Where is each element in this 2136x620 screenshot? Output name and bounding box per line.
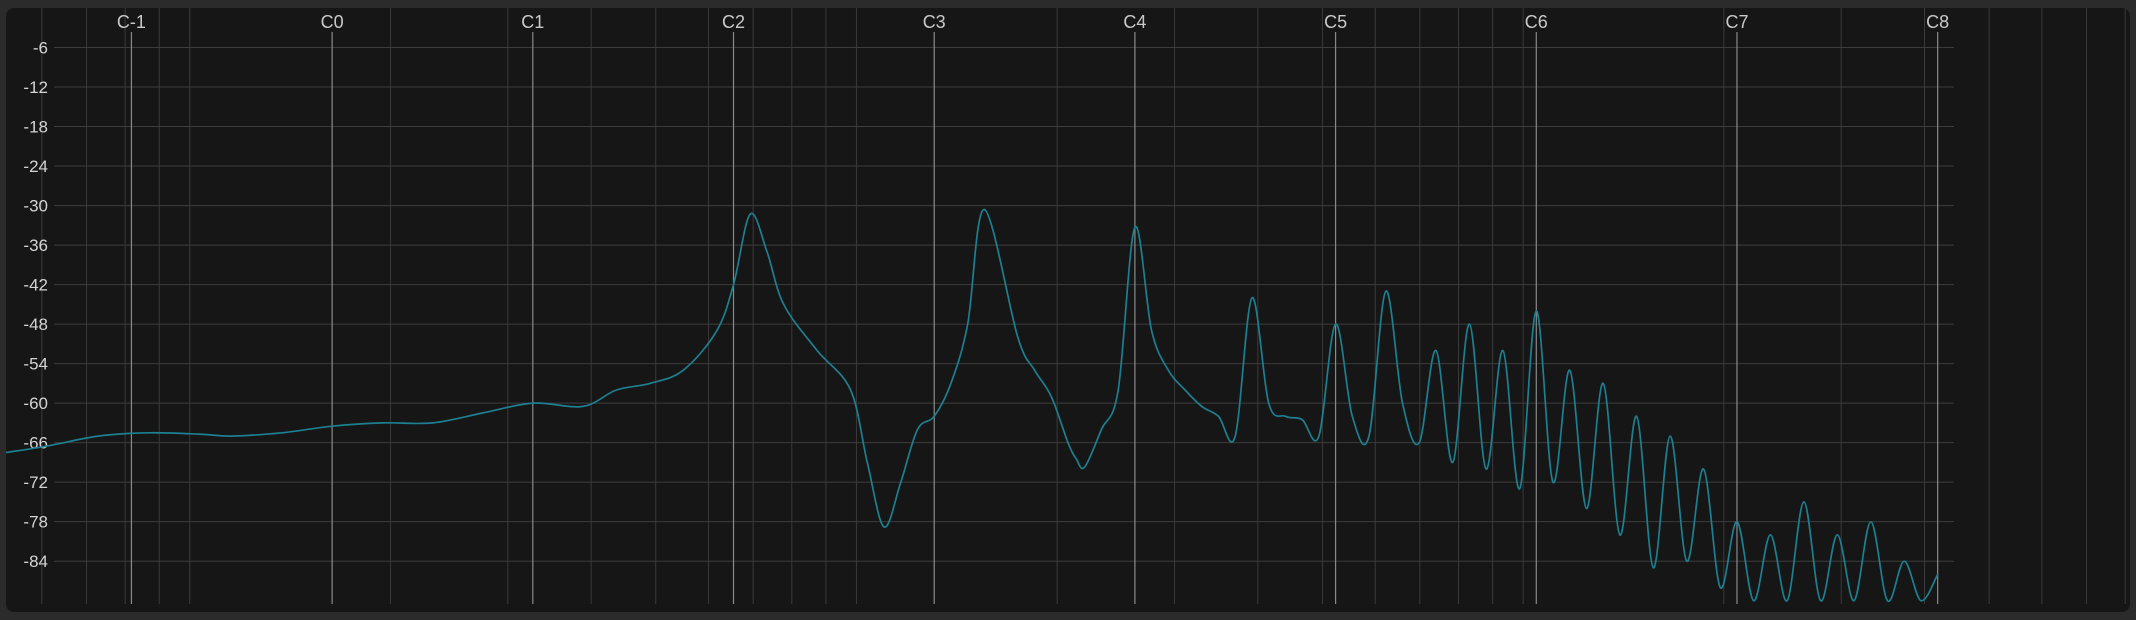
db-tick-label: -42 <box>23 276 48 295</box>
note-tick-label: C2 <box>722 12 745 32</box>
db-tick-label: -72 <box>23 473 48 492</box>
note-tick-label: C4 <box>1123 12 1146 32</box>
db-tick-label: -84 <box>23 552 48 571</box>
note-tick-label: C-1 <box>117 12 146 32</box>
note-tick-label: C7 <box>1725 12 1748 32</box>
db-tick-label: -12 <box>23 78 48 97</box>
note-tick-label: C3 <box>923 12 946 32</box>
note-tick-labels: C-1 C0 C1 C2 C3 C4 C5 C6 C7 C8 <box>117 12 1949 32</box>
db-tick-label: -48 <box>23 315 48 334</box>
db-tick-label: -6 <box>33 39 48 58</box>
db-grid <box>54 47 1954 562</box>
spectrum-analyzer-display: -6 -12 -18 -24 -30 -36 -42 -48 -54 -60 -66 -72 -78 -8… <box>6 8 2130 612</box>
spectrum-curve <box>6 208 1939 602</box>
note-tick-label: C8 <box>1926 12 1949 32</box>
note-tick-label: C1 <box>521 12 544 32</box>
db-tick-label: -54 <box>23 355 48 374</box>
db-tick-label: -78 <box>23 513 48 532</box>
db-tick-label: -36 <box>23 236 48 255</box>
note-tick-label: C5 <box>1324 12 1347 32</box>
minor-grid <box>41 8 2126 604</box>
note-tick-label: C0 <box>321 12 344 32</box>
spectrum-plot: -6-12-18-24-30-36-42-48-54-60-66-72-78-8… <box>6 8 2126 604</box>
note-tick-label: C6 <box>1525 12 1548 32</box>
db-tick-label: -60 <box>23 394 48 413</box>
octave-grid <box>130 32 1939 604</box>
db-tick-label: -24 <box>23 157 48 176</box>
db-tick-label: -18 <box>23 118 48 137</box>
db-tick-label: -30 <box>23 197 48 216</box>
db-tick-labels: -6-12-18-24-30-36-42-48-54-60-66-72-78-8… <box>23 39 48 572</box>
